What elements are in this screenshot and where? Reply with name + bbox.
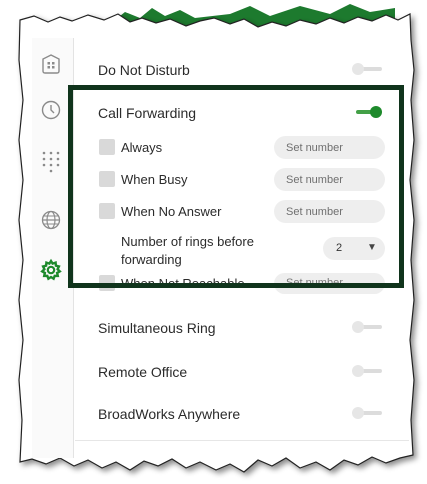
forward-not-reachable-label: When Not Reachable [121, 276, 245, 291]
forward-busy-number-input[interactable] [274, 168, 385, 191]
broadworks-anywhere-row: BroadWorks Anywhere [75, 404, 409, 426]
remote-office-label: Remote Office [98, 364, 188, 380]
do-not-disturb-label: Do Not Disturb [98, 62, 190, 78]
sidebar [32, 38, 74, 458]
rings-label-line2: forwarding [121, 252, 182, 267]
forward-not-reachable-checkbox[interactable] [99, 275, 115, 291]
simultaneous-ring-row: Simultaneous Ring [75, 318, 409, 340]
forward-always-row: Always [75, 136, 409, 160]
forward-no-answer-label: When No Answer [121, 204, 222, 219]
call-forwarding-row: Call Forwarding [75, 103, 409, 125]
simultaneous-ring-label: Simultaneous Ring [98, 320, 216, 336]
forward-busy-row: When Busy [75, 168, 409, 192]
forward-no-answer-row: When No Answer [75, 200, 409, 224]
settings-icon[interactable] [37, 256, 65, 284]
globe-icon[interactable] [37, 206, 65, 234]
settings-panel: Do Not Disturb Call Forwarding Always Wh… [75, 38, 409, 458]
rings-select-value: 2 [336, 242, 343, 254]
forward-no-answer-checkbox[interactable] [99, 203, 115, 219]
forward-busy-label: When Busy [121, 172, 188, 187]
remote-office-toggle[interactable] [352, 364, 384, 378]
bottom-divider [75, 440, 409, 441]
forward-not-reachable-number-input[interactable]: Set number [274, 273, 385, 294]
forward-always-label: Always [121, 140, 163, 155]
contacts-icon[interactable] [37, 50, 65, 78]
call-forwarding-label: Call Forwarding [98, 105, 197, 121]
forward-always-checkbox[interactable] [99, 139, 115, 155]
simultaneous-ring-toggle[interactable] [352, 320, 384, 334]
do-not-disturb-row: Do Not Disturb [75, 60, 409, 82]
call-forwarding-toggle[interactable] [352, 105, 384, 119]
rings-row: Number of rings before forwarding 2 ▼ [75, 232, 409, 272]
broadworks-anywhere-toggle[interactable] [352, 406, 384, 420]
rings-select[interactable]: 2 ▼ [323, 237, 385, 260]
broadworks-anywhere-label: BroadWorks Anywhere [98, 406, 241, 422]
dialpad-icon[interactable] [37, 148, 65, 176]
history-icon[interactable] [37, 96, 65, 124]
rings-label-line1: Number of rings before [121, 234, 254, 249]
forward-no-answer-number-input[interactable] [274, 200, 385, 223]
chevron-down-icon: ▼ [367, 242, 377, 253]
remote-office-row: Remote Office [75, 362, 409, 384]
forward-busy-checkbox[interactable] [99, 171, 115, 187]
forward-not-reachable-row: When Not Reachable Set number [99, 273, 389, 294]
do-not-disturb-toggle[interactable] [352, 62, 384, 76]
forward-always-number-input[interactable] [274, 136, 385, 159]
